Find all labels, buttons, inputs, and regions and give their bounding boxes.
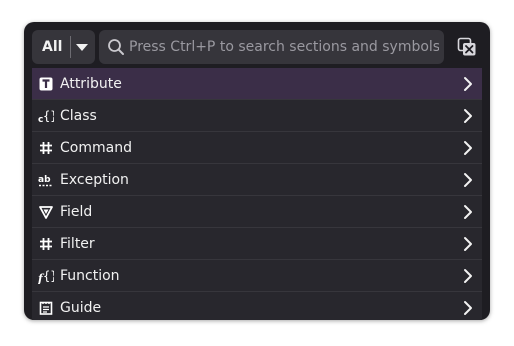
field-icon xyxy=(38,204,54,220)
list-item-function[interactable]: f {} Function xyxy=(32,260,482,292)
list-item-label: Attribute xyxy=(60,75,122,92)
clear-search-icon xyxy=(457,37,476,56)
list-item-label: Field xyxy=(60,203,93,220)
search-bar: All xyxy=(32,30,482,64)
symbol-search-panel: All Press Ctrl+P to search sections and … xyxy=(24,22,490,320)
chevron-right-icon xyxy=(464,77,472,91)
command-icon xyxy=(38,140,54,156)
list-item-label: Class xyxy=(60,107,97,124)
function-icon: f {} xyxy=(38,268,54,284)
svg-text:{}: {} xyxy=(43,109,54,123)
list-item-filter[interactable]: Filter xyxy=(32,228,482,260)
chevron-right-icon xyxy=(464,205,472,219)
search-input[interactable] xyxy=(127,39,439,55)
exception-icon: ab xyxy=(38,172,54,188)
search-field[interactable] xyxy=(99,30,444,64)
list-item-label: Exception xyxy=(60,171,129,188)
chevron-right-icon xyxy=(464,109,472,123)
symbol-list: Attribute c {} Class Comm xyxy=(32,68,482,320)
attribute-icon xyxy=(38,76,54,92)
filter-icon xyxy=(38,236,54,252)
class-icon: c {} xyxy=(38,108,54,124)
list-item-label: Guide xyxy=(60,299,102,316)
list-item-attribute[interactable]: Attribute xyxy=(32,68,482,100)
list-item-exception[interactable]: ab Exception xyxy=(32,164,482,196)
list-item-class[interactable]: c {} Class xyxy=(32,100,482,132)
svg-text:{}: {} xyxy=(43,269,54,283)
list-item-label: Function xyxy=(60,267,120,284)
list-item-guide[interactable]: Guide xyxy=(32,292,482,320)
list-item-label: Filter xyxy=(60,235,95,252)
svg-text:ab: ab xyxy=(38,175,51,185)
filter-divider xyxy=(70,36,71,58)
chevron-right-icon xyxy=(464,237,472,251)
type-filter-label: All xyxy=(42,39,63,55)
list-item-label: Command xyxy=(60,139,132,156)
list-item-field[interactable]: Field xyxy=(32,196,482,228)
guide-icon xyxy=(38,300,54,316)
search-icon xyxy=(105,36,127,58)
type-filter-dropdown[interactable]: All xyxy=(32,30,95,64)
chevron-right-icon xyxy=(464,269,472,283)
chevron-right-icon xyxy=(464,301,472,315)
chevron-down-icon xyxy=(76,43,88,51)
list-item-command[interactable]: Command xyxy=(32,132,482,164)
chevron-right-icon xyxy=(464,141,472,155)
clear-search-button[interactable] xyxy=(455,35,479,59)
chevron-right-icon xyxy=(464,173,472,187)
